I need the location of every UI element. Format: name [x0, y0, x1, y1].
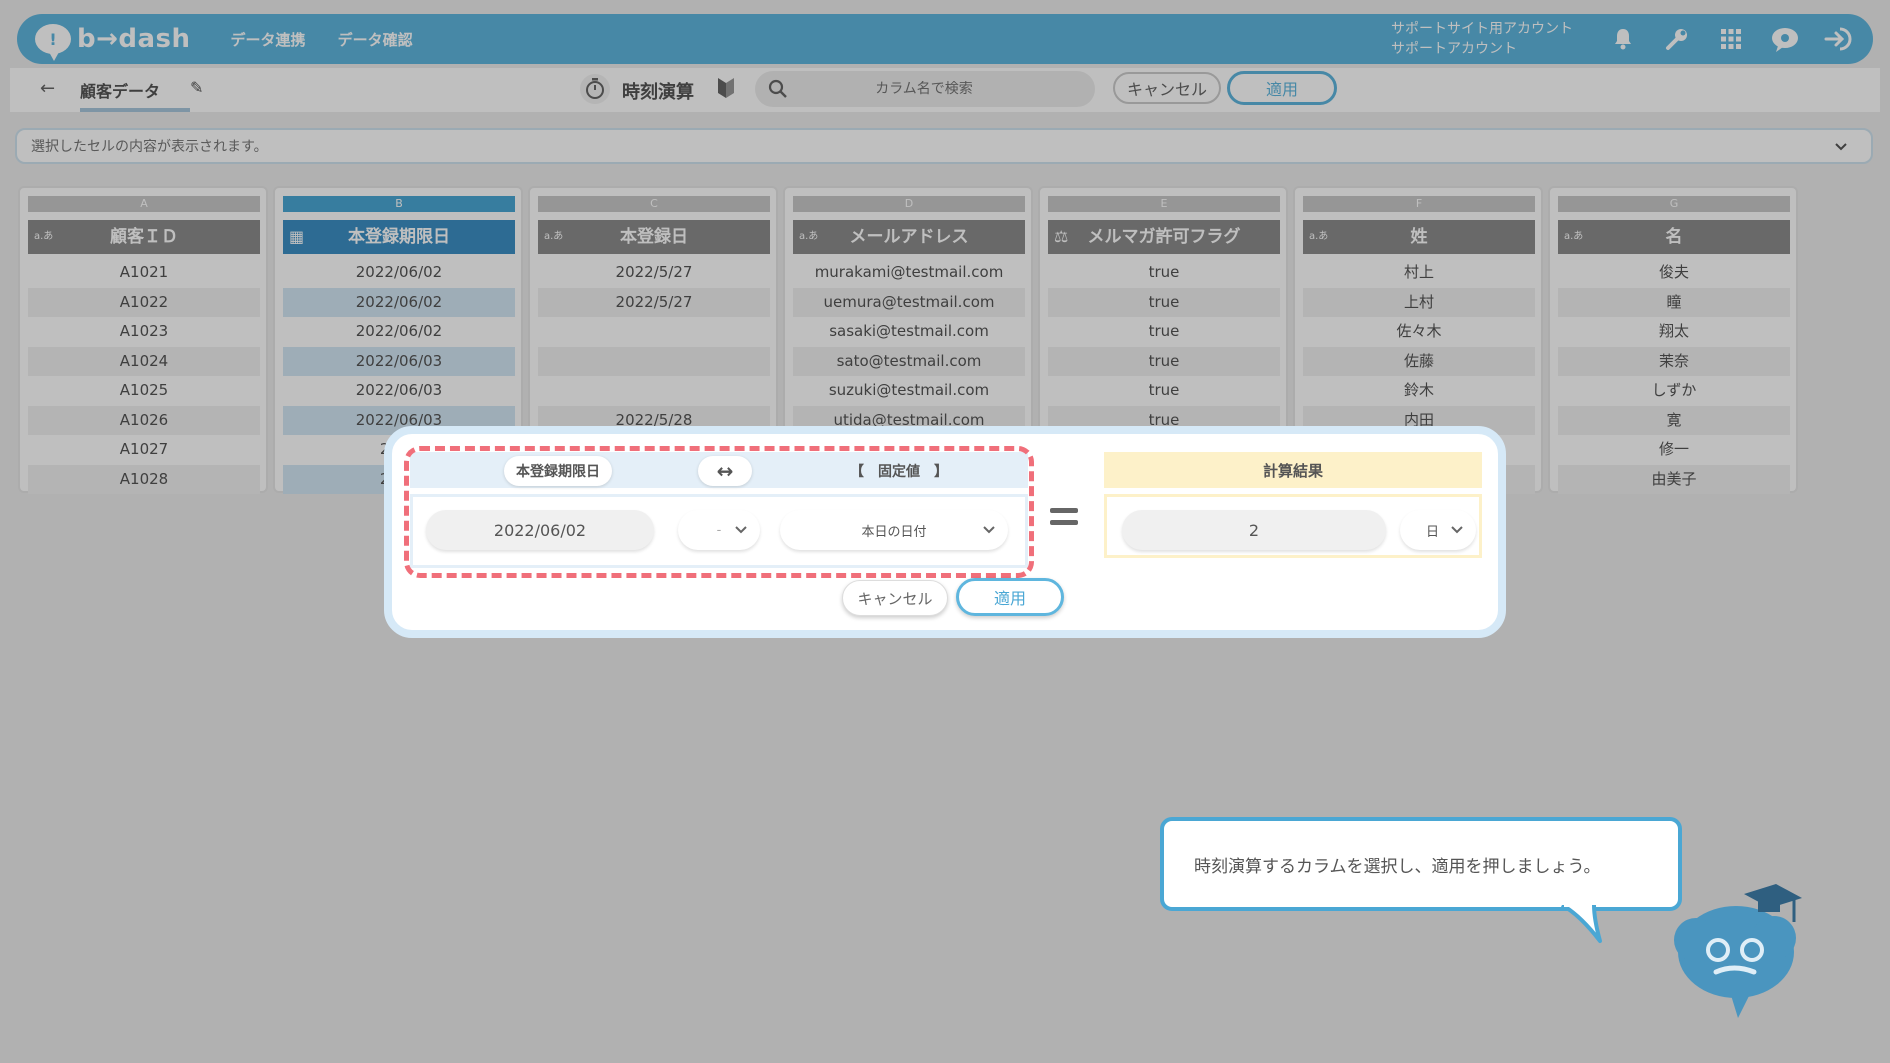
chevron-down-icon	[1451, 526, 1463, 534]
result-header: 計算結果	[1104, 452, 1482, 488]
highlight-dashed-frame	[404, 446, 1034, 578]
result-value-field: 2	[1122, 510, 1386, 550]
brain-mascot-icon	[1674, 884, 1802, 1018]
equals-icon	[1050, 508, 1078, 532]
dialog-cancel-button[interactable]: キャンセル	[842, 580, 948, 616]
guide-tooltip-text: 時刻演算するカラムを選択し、適用を押しましょう。	[1194, 856, 1601, 877]
guide-tooltip: 時刻演算するカラムを選択し、適用を押しましょう。	[1160, 817, 1682, 911]
result-unit-select[interactable]: 日	[1400, 510, 1476, 550]
time-calc-dialog: 本登録期限日 ↔ 【 固定値 】 2022/06/02 - 本日の日付 計算結果…	[384, 426, 1506, 638]
result-unit: 日	[1426, 524, 1440, 540]
dialog-apply-button[interactable]: 適用	[956, 578, 1064, 616]
tooltip-tail	[1560, 905, 1602, 943]
